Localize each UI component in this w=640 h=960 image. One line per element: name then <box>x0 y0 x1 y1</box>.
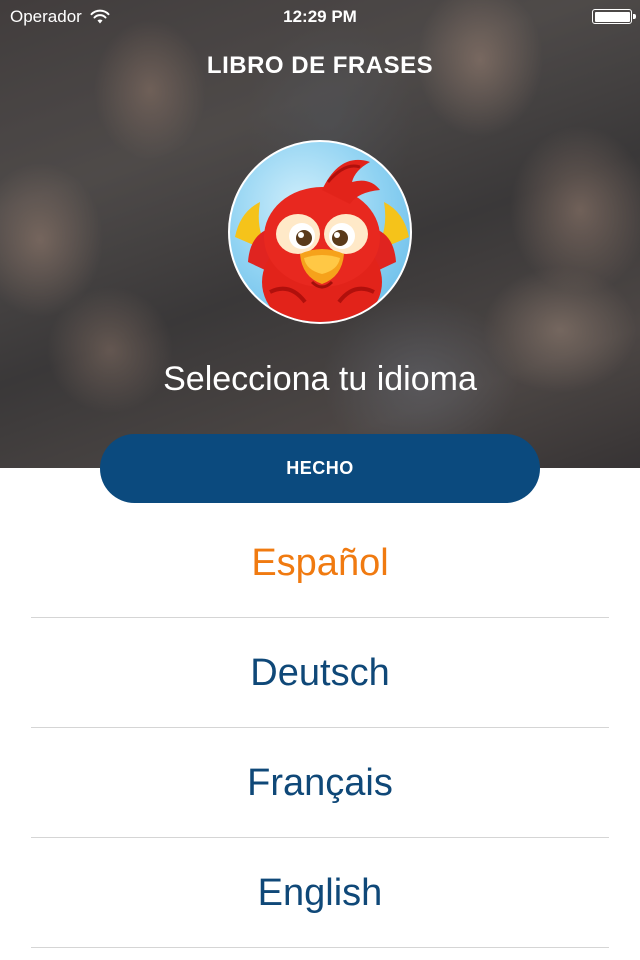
parrot-mascot-icon <box>228 140 412 324</box>
done-button[interactable]: HECHO <box>100 434 540 503</box>
battery-icon <box>592 9 636 24</box>
language-label: Deutsch <box>250 651 390 694</box>
app-title: LIBRO DE FRASES <box>206 52 434 79</box>
language-list: Español Deutsch Français English <box>0 508 640 948</box>
language-label: Français <box>247 761 393 804</box>
language-label: English <box>257 871 383 914</box>
select-language-heading: Selecciona tu idioma <box>163 360 477 398</box>
status-bar: Operador 12:29 PM <box>0 0 640 34</box>
status-time: 12:29 PM <box>283 7 357 26</box>
language-item-deutsch[interactable]: Deutsch <box>0 618 640 728</box>
language-item-francais[interactable]: Français <box>0 728 640 838</box>
language-item-english[interactable]: English <box>0 838 640 948</box>
language-item-espanol[interactable]: Español <box>0 508 640 618</box>
language-label: Español <box>251 541 389 584</box>
